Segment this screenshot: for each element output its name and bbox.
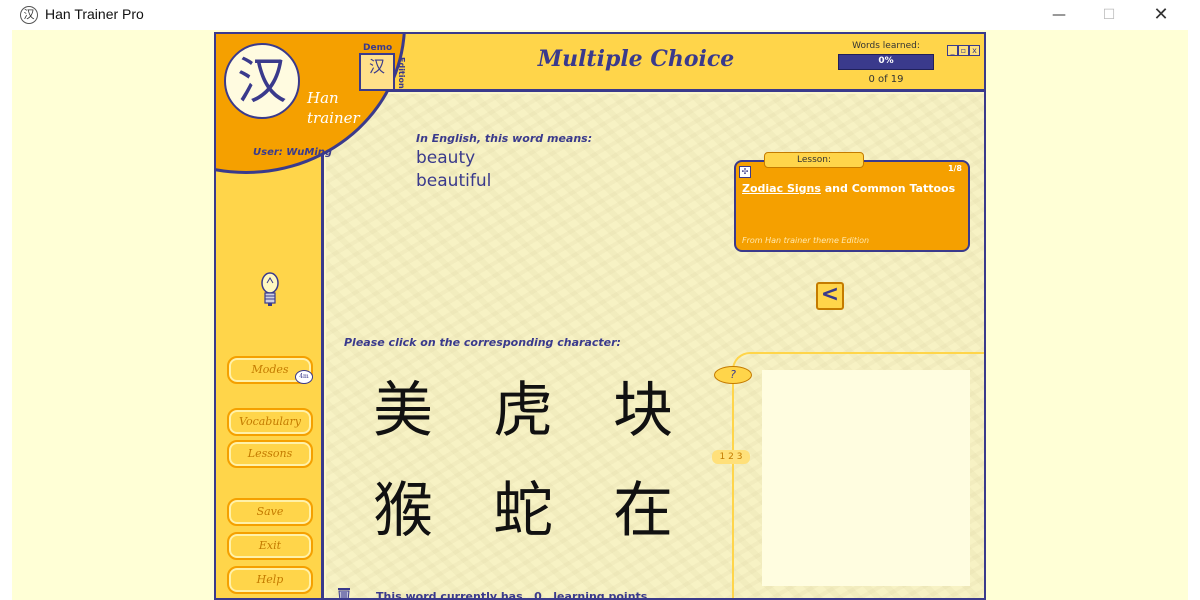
hint-button[interactable]: ? xyxy=(714,366,752,384)
app-window-controls: _ ▫ x xyxy=(947,38,980,57)
demo-magnifier-icon: 汉 xyxy=(359,53,395,91)
save-button[interactable]: Save xyxy=(227,498,313,526)
window-title-bar: 汉 Han Trainer Pro — ☐ ✕ xyxy=(0,0,1200,30)
lessons-button[interactable]: Lessons xyxy=(227,440,313,468)
english-meaning-label: In English, this word means: xyxy=(416,132,593,145)
lesson-settings-icon[interactable]: ✣ xyxy=(739,166,751,178)
logo-trainer-text: trainer xyxy=(307,109,360,127)
back-arrow-button[interactable]: < xyxy=(816,282,844,310)
click-instruction: Please click on the corresponding charac… xyxy=(344,336,621,349)
logo-disc: 汉 Han trainer User: WuMing Demo 汉 Editio… xyxy=(216,34,409,174)
lesson-source: From Han trainer theme Edition xyxy=(742,236,870,245)
lesson-panel: Lesson: ✣ 1/8 Zodiac Signs and Common Ta… xyxy=(734,152,970,252)
progress-percent: 0% xyxy=(878,56,894,66)
lesson-index: 1/8 xyxy=(947,164,962,173)
choice-character[interactable]: 猴 xyxy=(368,476,438,546)
answer-area[interactable] xyxy=(762,370,970,586)
lightbulb-icon[interactable] xyxy=(260,272,280,308)
trash-icon[interactable] xyxy=(336,586,352,598)
progress-bar: 0% xyxy=(838,54,934,70)
lesson-title: Zodiac Signs and Common Tattoos xyxy=(742,182,955,195)
edition-label: Edition xyxy=(397,57,406,89)
learning-points-status: This word currently has 0 learning point… xyxy=(376,590,652,600)
maximize-button[interactable]: ☐ xyxy=(1086,0,1132,30)
app-icon: 汉 xyxy=(20,6,38,24)
user-label: User: WuMing xyxy=(253,147,333,158)
modes-badge: 4m xyxy=(295,370,313,384)
choice-character[interactable]: 虎 xyxy=(488,376,558,446)
choice-character[interactable]: 在 xyxy=(608,476,678,546)
choice-character[interactable]: 蛇 xyxy=(488,476,558,546)
lesson-title-rest: and Common Tattoos xyxy=(820,182,956,195)
window-right-edge xyxy=(1188,30,1200,600)
app-restore-button[interactable]: ▫ xyxy=(958,45,969,56)
choice-character[interactable]: 美 xyxy=(368,376,438,446)
app-frame: Multiple Choice Words learned: 0% 0 of 1… xyxy=(214,32,986,600)
choice-character[interactable]: 块 xyxy=(608,376,678,446)
window-left-edge xyxy=(0,30,12,600)
exit-button[interactable]: Exit xyxy=(227,532,313,560)
modes-button-label: Modes xyxy=(251,363,289,376)
progress-label: Words learned: xyxy=(852,41,920,51)
app-close-button[interactable]: x xyxy=(969,45,980,56)
page-selector[interactable]: 1 2 3 xyxy=(712,450,750,464)
app-minimize-button[interactable]: _ xyxy=(947,45,958,56)
vocabulary-button[interactable]: Vocabulary xyxy=(227,408,313,436)
meaning-line: beauty xyxy=(416,148,476,168)
mode-title: Multiple Choice xyxy=(537,46,735,72)
progress-count: 0 of 19 xyxy=(868,74,904,85)
modes-button[interactable]: Modes 4m xyxy=(227,356,313,384)
lesson-link[interactable]: Zodiac Signs xyxy=(742,182,821,195)
logo-icon: 汉 xyxy=(224,43,300,119)
demo-label: Demo xyxy=(363,43,393,53)
logo-han-text: Han xyxy=(307,89,339,107)
help-button[interactable]: Help xyxy=(227,566,313,594)
close-button[interactable]: ✕ xyxy=(1138,0,1184,30)
demo-edition-badge: Demo 汉 Edition xyxy=(357,41,409,93)
lesson-tab-label: Lesson: xyxy=(764,152,864,168)
meaning-line: beautiful xyxy=(416,171,492,191)
minimize-button[interactable]: — xyxy=(1036,0,1082,30)
window-title: Han Trainer Pro xyxy=(45,6,144,22)
